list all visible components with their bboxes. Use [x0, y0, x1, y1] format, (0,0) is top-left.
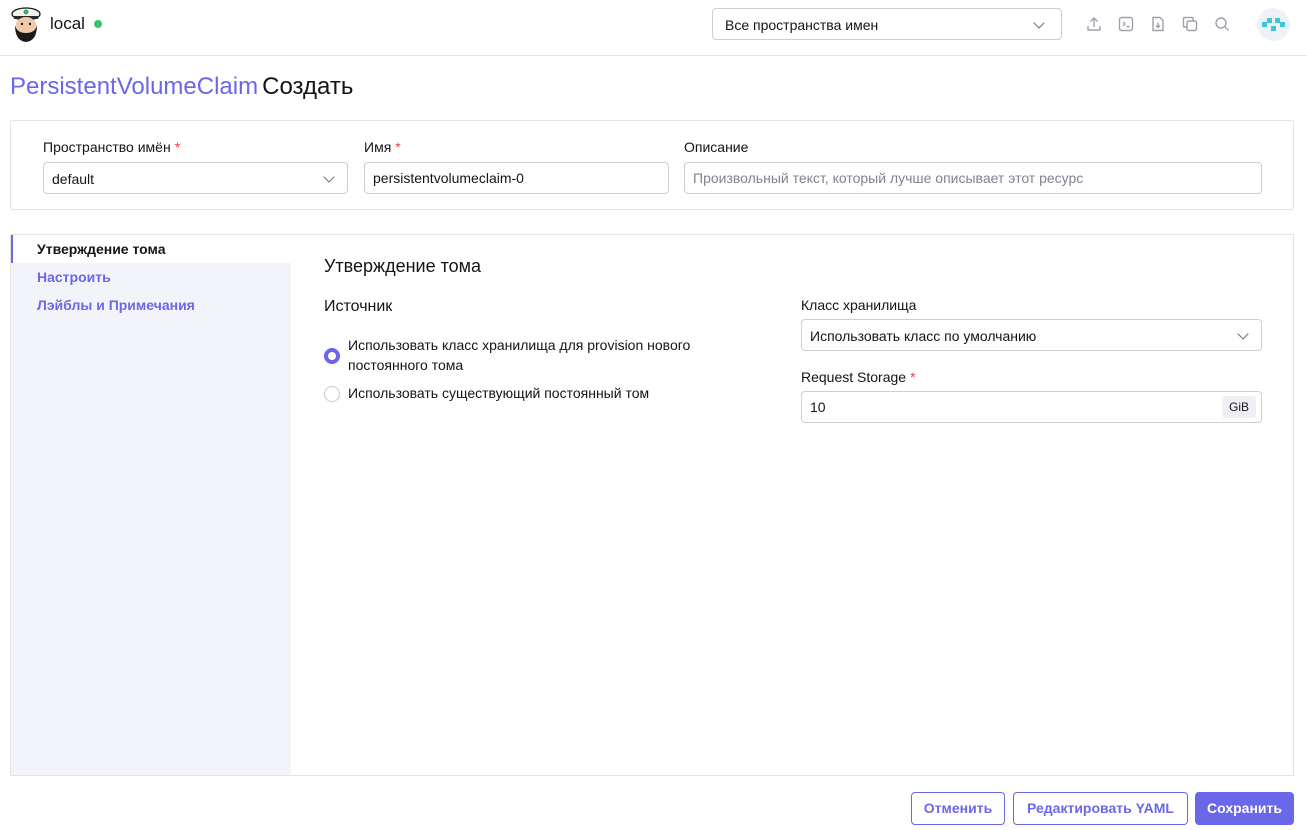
sidebar: Утверждение тома Настроить Лэйблы и Прим… — [11, 235, 291, 775]
request-storage-label: Request Storage * — [801, 369, 916, 385]
required-mark: * — [910, 369, 916, 385]
sidebar-item-customize[interactable]: Настроить — [11, 263, 291, 291]
namespace-filter-value: Все пространства имен — [725, 17, 879, 33]
save-button[interactable]: Сохранить — [1195, 792, 1294, 825]
radio-new-volume-label[interactable]: Использовать класс хранилища для provisi… — [348, 335, 690, 375]
radio-new-volume[interactable] — [324, 348, 340, 364]
radio-existing-volume[interactable] — [324, 386, 340, 402]
resource-meta-card: Пространство имён* default Имя* Описание — [10, 120, 1294, 210]
cluster-logo-icon[interactable] — [9, 5, 43, 43]
storage-class-select[interactable]: Использовать класс по умолчанию — [801, 319, 1262, 351]
cluster-name[interactable]: local — [50, 14, 85, 34]
description-label: Описание — [684, 139, 749, 155]
search-icon[interactable] — [1213, 15, 1231, 33]
namespace-filter-select[interactable]: Все пространства имен — [712, 8, 1062, 40]
main-form-card: Утверждение тома Настроить Лэйблы и Прим… — [10, 234, 1294, 776]
avatar-pattern-icon — [1262, 18, 1285, 31]
name-input[interactable] — [364, 162, 669, 194]
page-title: PersistentVolumeClaim Создать — [10, 73, 353, 101]
namespace-label: Пространство имён * — [43, 139, 181, 155]
storage-class-label: Класс хранилища — [801, 297, 917, 313]
sidebar-item-labels-annotations[interactable]: Лэйблы и Примечания — [11, 291, 291, 319]
top-header: local Все пространства имен — [0, 0, 1307, 56]
namespace-select-value: default — [52, 171, 95, 187]
edit-yaml-button[interactable]: Редактировать YAML — [1013, 792, 1188, 825]
source-title: Источник — [324, 298, 393, 315]
storage-unit-badge: GiB — [1221, 396, 1256, 418]
request-storage-field: GiB — [801, 391, 1262, 423]
chevron-down-icon — [1033, 17, 1045, 29]
copy-icon[interactable] — [1181, 15, 1199, 33]
upload-icon[interactable] — [1085, 15, 1103, 33]
radio-existing-volume-label[interactable]: Использовать существующий постоянный том — [348, 383, 649, 403]
terminal-icon[interactable] — [1117, 15, 1135, 33]
user-avatar[interactable] — [1257, 8, 1290, 41]
section-title: Утверждение тома — [324, 256, 482, 276]
chevron-down-icon — [1237, 328, 1249, 340]
page-action: Создать — [262, 73, 354, 100]
description-input[interactable] — [684, 162, 1262, 194]
sidebar-item-volume-claim[interactable]: Утверждение тома — [11, 235, 291, 263]
storage-class-value: Использовать класс по умолчанию — [810, 328, 1037, 344]
chevron-down-icon — [323, 171, 335, 183]
cluster-status-dot — [94, 20, 102, 28]
resource-type-link[interactable]: PersistentVolumeClaim — [10, 73, 258, 100]
name-label: Имя * — [364, 139, 401, 155]
request-storage-input[interactable] — [801, 391, 1262, 423]
required-mark: * — [395, 139, 401, 155]
import-file-icon[interactable] — [1149, 15, 1167, 33]
namespace-select[interactable]: default — [43, 162, 348, 194]
required-mark: * — [174, 139, 181, 155]
cancel-button[interactable]: Отменить — [911, 792, 1005, 825]
